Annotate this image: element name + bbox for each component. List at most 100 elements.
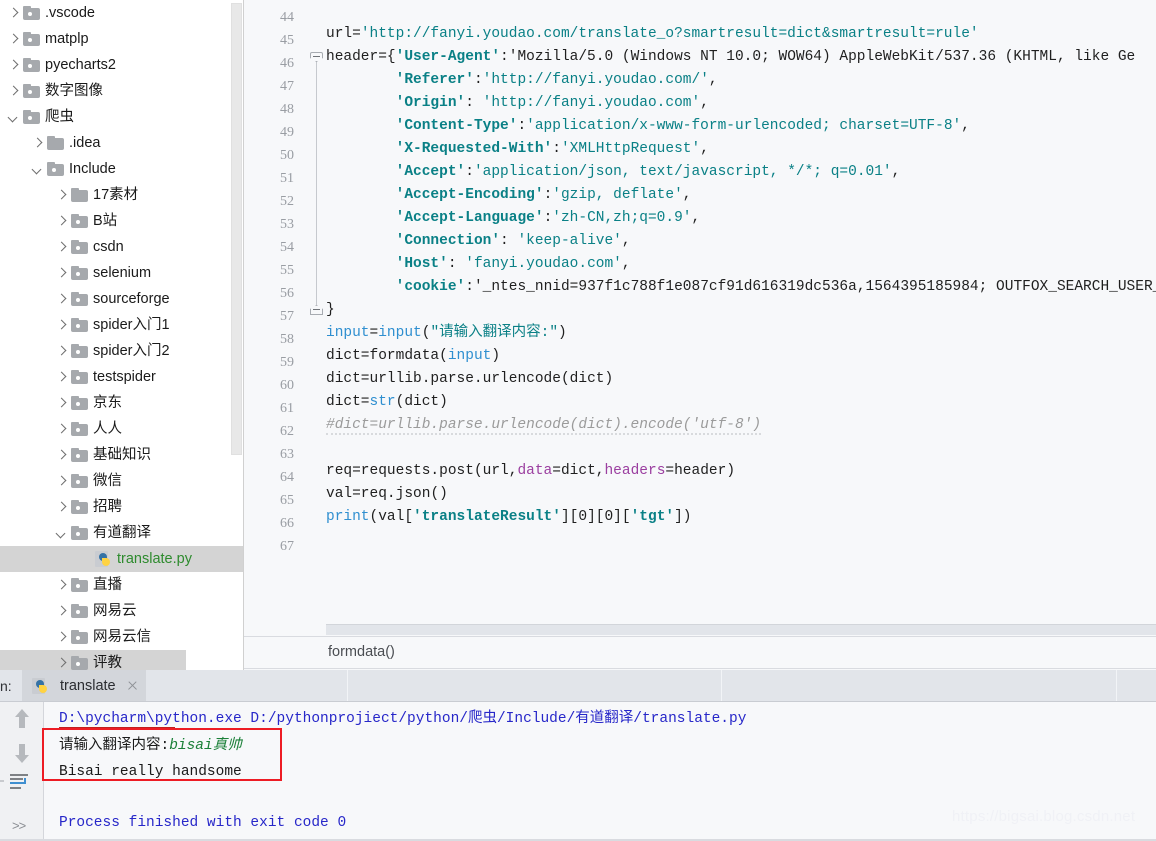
tree-item-label: Include — [69, 162, 116, 177]
chevron-down-icon[interactable] — [30, 162, 45, 177]
chevron-right-icon[interactable] — [6, 32, 21, 47]
code-folding-rail[interactable] — [308, 0, 326, 644]
tree-item-file[interactable]: translate.py — [0, 546, 244, 572]
chevron-right-icon[interactable] — [6, 58, 21, 73]
chevron-right-icon[interactable] — [54, 240, 69, 255]
tree-item-folder[interactable]: 直播 — [0, 572, 244, 598]
tree-item-folder[interactable]: 17素材 — [0, 182, 244, 208]
tree-item-folder[interactable]: sourceforge — [0, 286, 244, 312]
chevron-right-icon[interactable] — [54, 344, 69, 359]
tree-item-label: spider入门2 — [93, 344, 170, 359]
scroll-up-icon[interactable] — [15, 709, 29, 731]
tree-item-label: 招聘 — [93, 500, 122, 515]
tree-item-folder[interactable]: 有道翻译 — [0, 520, 244, 546]
spacer-icon — [78, 552, 93, 567]
chevron-right-icon[interactable] — [54, 214, 69, 229]
line-number: 44 — [254, 6, 294, 29]
tree-item-folder[interactable]: .vscode — [0, 0, 244, 26]
tree-item-folder[interactable]: Include — [0, 156, 244, 182]
run-tabbar-segment-2 — [347, 670, 722, 701]
code-line: 'cookie':'_ntes_nnid=937f1c788f1e087cf91… — [326, 276, 1156, 299]
code-text-area[interactable]: url='http://fanyi.youdao.com/translate_o… — [326, 0, 1156, 644]
run-tab-label: translate — [60, 678, 116, 694]
tree-item-folder[interactable]: 京东 — [0, 390, 244, 416]
folder-icon — [71, 266, 88, 280]
line-number: 62 — [254, 420, 294, 443]
tree-item-folder[interactable]: 招聘 — [0, 494, 244, 520]
tree-item-folder[interactable]: pyecharts2 — [0, 52, 244, 78]
tree-item-folder[interactable]: 爬虫 — [0, 104, 244, 130]
chevron-down-icon[interactable] — [54, 526, 69, 541]
chevron-right-icon[interactable] — [54, 656, 69, 671]
scroll-down-icon[interactable] — [15, 741, 29, 763]
tree-item-folder[interactable]: .idea — [0, 130, 244, 156]
code-line: url='http://fanyi.youdao.com/translate_o… — [326, 23, 979, 46]
tree-item-folder[interactable]: 微信 — [0, 468, 244, 494]
editor-horizontal-scrollbar[interactable] — [326, 624, 1156, 635]
chevron-right-icon[interactable] — [54, 448, 69, 463]
code-line: dict=str(dict) — [326, 391, 448, 414]
line-number: 48 — [254, 98, 294, 121]
chevron-right-icon[interactable] — [54, 604, 69, 619]
line-number: 58 — [254, 328, 294, 351]
chevron-right-icon[interactable] — [54, 578, 69, 593]
fold-close-marker[interactable] — [310, 305, 323, 318]
chevron-right-icon[interactable] — [54, 188, 69, 203]
editor-gutter[interactable]: 4445464748495051525354555657585960616263… — [244, 0, 308, 644]
folder-icon — [71, 292, 88, 306]
line-number: 46 — [254, 52, 294, 75]
line-number: 50 — [254, 144, 294, 167]
breadcrumb[interactable]: formdata() — [328, 644, 395, 660]
chevron-right-icon[interactable] — [54, 292, 69, 307]
tree-item-folder[interactable]: csdn — [0, 234, 244, 260]
run-tab-translate[interactable]: translate — [22, 670, 146, 701]
chevron-right-icon[interactable] — [6, 84, 21, 99]
chevron-right-icon[interactable] — [30, 136, 45, 151]
tree-item-folder[interactable]: spider入门1 — [0, 312, 244, 338]
chevron-right-icon[interactable] — [54, 396, 69, 411]
close-icon[interactable] — [126, 680, 138, 692]
project-tree-list[interactable]: .vscode matplppyecharts2数字图像爬虫.idea Includ… — [0, 0, 244, 670]
code-line: 'Content-Type':'application/x-www-form-u… — [326, 115, 970, 138]
tree-item-folder[interactable]: 网易云信 — [0, 624, 244, 650]
chevron-right-icon[interactable] — [54, 500, 69, 515]
chevron-right-icon[interactable] — [54, 630, 69, 645]
folder-icon — [23, 110, 40, 124]
chevron-right-icon[interactable] — [54, 422, 69, 437]
project-tree-panel[interactable]: .vscode matplppyecharts2数字图像爬虫.idea Includ… — [0, 0, 244, 670]
code-editor[interactable]: 4445464748495051525354555657585960616263… — [244, 0, 1156, 644]
folder-plain-icon — [71, 188, 88, 202]
chevron-right-icon[interactable] — [54, 318, 69, 333]
code-line: 'Accept-Language':'zh-CN,zh;q=0.9', — [326, 207, 700, 230]
tree-item-folder[interactable]: selenium — [0, 260, 244, 286]
chevron-right-icon[interactable] — [54, 474, 69, 489]
expand-more-icon[interactable]: >> — [12, 818, 25, 833]
tree-item-label: .vscode — [45, 6, 95, 21]
line-number: 66 — [254, 512, 294, 535]
python-file-icon — [32, 678, 49, 694]
chevron-right-icon[interactable] — [54, 266, 69, 281]
tree-item-folder[interactable]: B站 — [0, 208, 244, 234]
tree-item-folder[interactable]: matplp — [0, 26, 244, 52]
folder-icon — [71, 448, 88, 462]
chevron-down-icon[interactable] — [6, 110, 21, 125]
sidebar-vertical-scrollbar[interactable] — [231, 3, 242, 455]
fold-open-marker[interactable] — [310, 52, 323, 65]
console-exit-line: Process finished with exit code 0 — [59, 812, 346, 834]
soft-wrap-icon[interactable] — [10, 772, 32, 792]
tree-item-folder[interactable]: testspider — [0, 364, 244, 390]
folder-icon — [71, 370, 88, 384]
tree-item-folder[interactable]: 评教 — [0, 650, 186, 670]
tree-item-folder[interactable]: 人人 — [0, 416, 244, 442]
tree-item-folder[interactable]: spider入门2 — [0, 338, 244, 364]
fold-guide-line — [316, 60, 317, 305]
tree-item-folder[interactable]: 基础知识 — [0, 442, 244, 468]
tree-item-folder[interactable]: 网易云 — [0, 598, 244, 624]
tree-item-folder[interactable]: 数字图像 — [0, 78, 244, 104]
chevron-right-icon[interactable] — [54, 370, 69, 385]
tree-item-label: 直播 — [93, 578, 122, 593]
tree-item-label: 人人 — [93, 422, 122, 437]
run-tab-bar[interactable]: n: translate — [0, 670, 1156, 702]
code-line: 'Accept-Encoding':'gzip, deflate', — [326, 184, 692, 207]
chevron-right-icon[interactable] — [6, 6, 21, 21]
